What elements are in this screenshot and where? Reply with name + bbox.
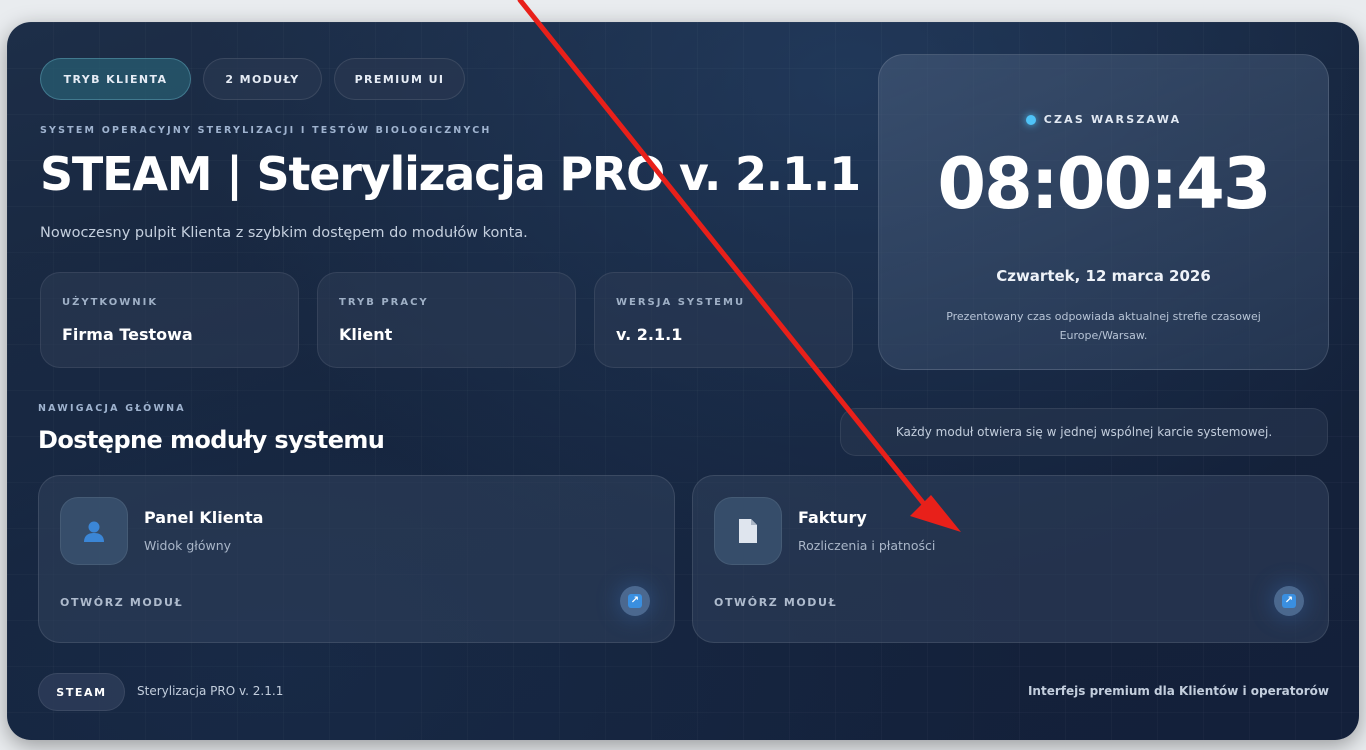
clock-zone: CZAS WARSZAWA — [879, 113, 1328, 126]
dashboard-frame: TRYB KLIENTA 2 MODUŁY PREMIUM UI SYSTEM … — [7, 22, 1359, 740]
info-card-label: UŻYTKOWNIK — [62, 297, 159, 308]
clock-note: Prezentowany czas odpowiada aktualnej st… — [946, 310, 1261, 342]
module-title: Faktury — [798, 508, 867, 527]
footer-version: Sterylizacja PRO v. 2.1.1 — [137, 684, 284, 698]
info-card-label: WERSJA SYSTEMU — [616, 297, 746, 308]
open-module-label[interactable]: OTWÓRZ MODUŁ — [714, 596, 837, 609]
clock-time: 08:00:43 — [937, 143, 1271, 225]
module-card-invoices[interactable]: Faktury Rozliczenia i płatności OTWÓRZ M… — [692, 475, 1329, 643]
info-card-value: Firma Testowa — [62, 325, 193, 344]
live-dot-icon — [1025, 114, 1036, 125]
module-icon-box — [714, 497, 782, 565]
navigation-eyebrow: NAWIGACJA GŁÓWNA — [38, 403, 186, 414]
info-card-user: UŻYTKOWNIK Firma Testowa — [40, 272, 299, 368]
footer-badge: STEAM — [38, 673, 125, 711]
pill-premium-ui[interactable]: PREMIUM UI — [334, 58, 465, 100]
page-subtitle: Nowoczesny pulpit Klienta z szybkim dost… — [40, 225, 528, 241]
info-card-label: TRYB PRACY — [339, 297, 429, 308]
document-icon — [739, 519, 757, 543]
clock-card: CZAS WARSZAWA 08:00:43 Czwartek, 12 marc… — [878, 54, 1329, 370]
page-title: STEAM | Sterylizacja PRO v. 2.1.1 — [40, 147, 861, 201]
footer-tagline: Interfejs premium dla Klientów i operato… — [1027, 684, 1329, 698]
clock-zone-label: CZAS WARSZAWA — [1043, 113, 1182, 126]
module-subtitle: Rozliczenia i płatności — [798, 538, 936, 553]
module-icon-box — [60, 497, 128, 565]
navigation-title: Dostępne moduły systemu — [38, 426, 385, 454]
module-card-client-panel[interactable]: Panel Klienta Widok główny OTWÓRZ MODUŁ … — [38, 475, 675, 643]
system-eyebrow: SYSTEM OPERACYJNY STERYLIZACJI I TESTÓW … — [40, 125, 492, 136]
clock-date: Czwartek, 12 marca 2026 — [996, 267, 1211, 285]
info-card-value: Klient — [339, 325, 393, 344]
navigation-note: Każdy moduł otwiera się w jednej wspólne… — [840, 408, 1328, 456]
info-card-value: v. 2.1.1 — [616, 325, 683, 344]
pill-client-mode[interactable]: TRYB KLIENTA — [40, 58, 191, 100]
user-icon — [84, 521, 104, 542]
pill-modules-count[interactable]: 2 MODUŁY — [203, 58, 322, 100]
info-card-system-version: WERSJA SYSTEMU v. 2.1.1 — [594, 272, 853, 368]
external-link-icon: ↗ — [1282, 594, 1296, 608]
info-card-work-mode: TRYB PRACY Klient — [317, 272, 576, 368]
module-subtitle: Widok główny — [144, 538, 232, 553]
open-module-button[interactable]: ↗ — [620, 586, 650, 616]
module-title: Panel Klienta — [144, 508, 264, 527]
external-link-icon: ↗ — [628, 594, 642, 608]
open-module-button[interactable]: ↗ — [1274, 586, 1304, 616]
open-module-label[interactable]: OTWÓRZ MODUŁ — [60, 596, 183, 609]
